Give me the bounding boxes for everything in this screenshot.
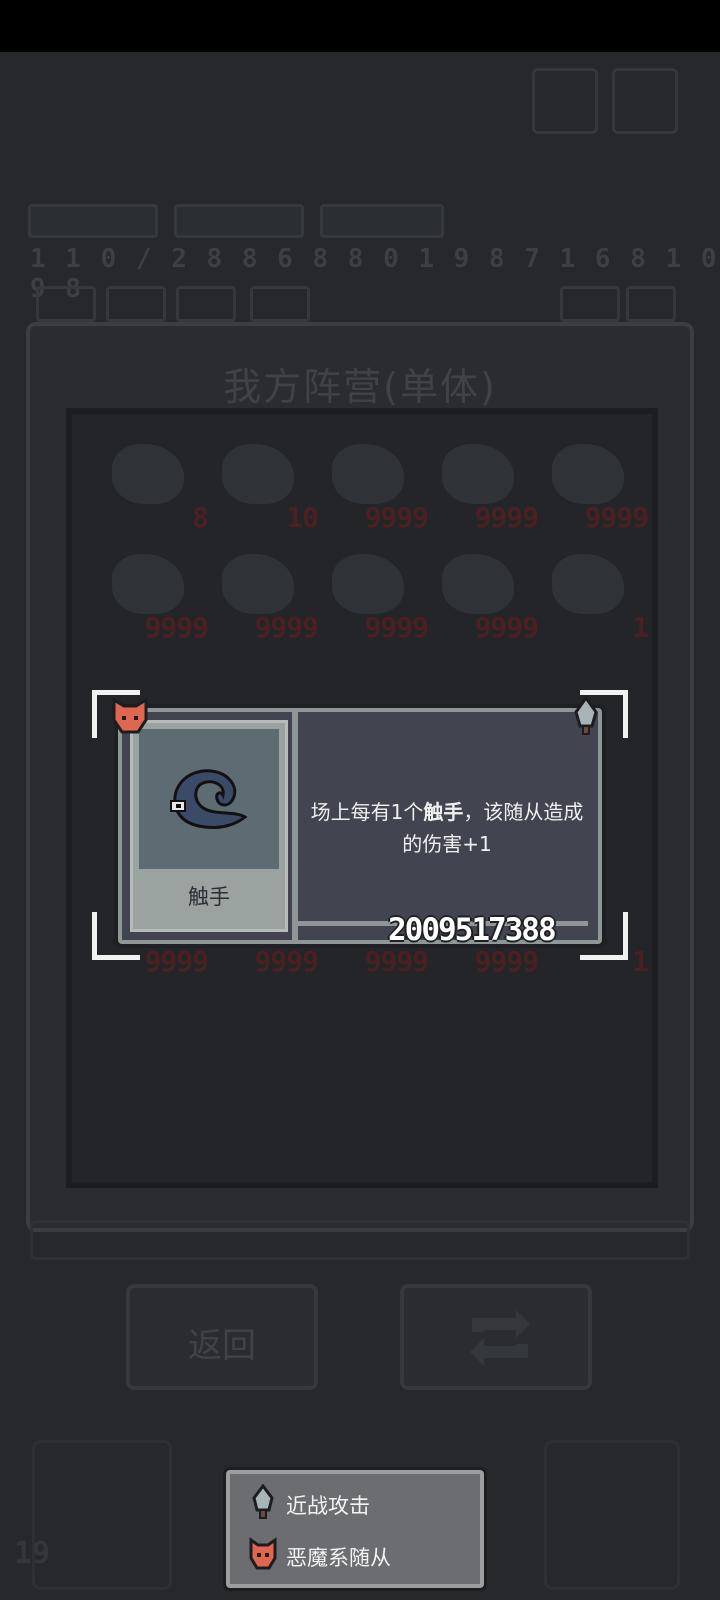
card-name: 触手 [188, 885, 230, 909]
unit-count: 8 [192, 501, 209, 534]
swap-button[interactable] [400, 1284, 592, 1390]
unit-cell[interactable]: 1 [542, 548, 649, 648]
unit-count: 9999 [474, 501, 539, 534]
unit-count: 9999 [144, 945, 209, 978]
back-button[interactable]: 返回 [126, 1284, 318, 1390]
stat-tag-1 [28, 204, 158, 238]
sword-icon [566, 695, 606, 736]
filter-button-5[interactable] [560, 286, 620, 322]
unit-cell[interactable]: 10 [212, 438, 319, 538]
card-id-number: 2009517388 [388, 912, 557, 948]
demon-fox-icon [110, 696, 150, 736]
unit-icon [222, 444, 294, 504]
dock-slot-1[interactable] [32, 1440, 172, 1590]
stat-tag-3 [320, 204, 444, 238]
card-portrait-frame: 触手 [130, 720, 288, 932]
sword-icon [252, 1484, 274, 1519]
unit-count: 9999 [364, 611, 429, 644]
level-number: 19 [14, 1536, 51, 1571]
panel-title: 我方阵营(单体) [223, 365, 497, 409]
filter-button-6[interactable] [626, 286, 676, 322]
filter-button-3[interactable] [176, 286, 236, 322]
tentacle-icon [332, 444, 404, 504]
top-button-2[interactable] [612, 68, 678, 134]
unit-count: 9999 [584, 501, 649, 534]
legend-melee-label: 近战攻击 [286, 1494, 370, 1518]
tentacle-icon [552, 444, 624, 504]
tentacle-icon [112, 554, 184, 614]
tentacle-icon [170, 769, 248, 829]
tentacle-icon [442, 554, 514, 614]
swap-icon [470, 1310, 530, 1366]
top-button-1[interactable] [532, 68, 598, 134]
card-portrait [139, 729, 279, 869]
unit-cell[interactable]: 9999 [432, 548, 539, 648]
tentacle-icon [332, 554, 404, 614]
unit-count: 9999 [254, 611, 319, 644]
demon-fox-icon [249, 1537, 277, 1570]
unit-count: 9999 [254, 945, 319, 978]
description-prefix: 场上每有1个 [310, 800, 424, 824]
status-bar [0, 0, 720, 52]
dock-slot-2[interactable] [544, 1440, 680, 1590]
unit-cell[interactable]: 9999 [542, 438, 649, 538]
unit-count: 1 [632, 945, 649, 978]
unit-icon [112, 444, 184, 504]
unit-cell[interactable]: 9999 [322, 548, 429, 648]
unit-count: 9999 [364, 945, 429, 978]
card-description: 场上每有1个触手，该随从造成的伤害+1 [302, 796, 592, 860]
minion-card[interactable]: 触手 场上每有1个触手，该随从造成的伤害+1 [118, 708, 602, 944]
tentacle-icon [442, 444, 514, 504]
tentacle-icon [222, 554, 294, 614]
unit-count: 9999 [364, 501, 429, 534]
unit-count: 9999 [474, 945, 539, 978]
unit-count: 9999 [474, 611, 539, 644]
unit-cell[interactable]: 9999 [432, 438, 539, 538]
tentacle-icon [552, 554, 624, 614]
filter-button-1[interactable] [36, 286, 96, 322]
filter-button-2[interactable] [106, 286, 166, 322]
card-divider [292, 712, 298, 940]
filter-button-4[interactable] [250, 286, 310, 322]
back-button-label: 返回 [188, 1326, 256, 1366]
unit-cell[interactable]: 9999 [102, 548, 209, 648]
stat-tag-2 [174, 204, 304, 238]
unit-cell[interactable]: 9999 [212, 548, 319, 648]
bottom-strip [30, 1220, 690, 1260]
unit-cell[interactable]: 9999 [322, 438, 429, 538]
legend-demon-label: 恶魔系随从 [286, 1546, 391, 1570]
unit-count: 9999 [144, 611, 209, 644]
unit-cell[interactable]: 8 [102, 438, 209, 538]
trait-legend: 近战攻击 恶魔系随从 [226, 1470, 484, 1588]
description-keyword: 触手 [423, 800, 464, 824]
unit-count: 10 [286, 501, 319, 534]
unit-count: 1 [632, 611, 649, 644]
